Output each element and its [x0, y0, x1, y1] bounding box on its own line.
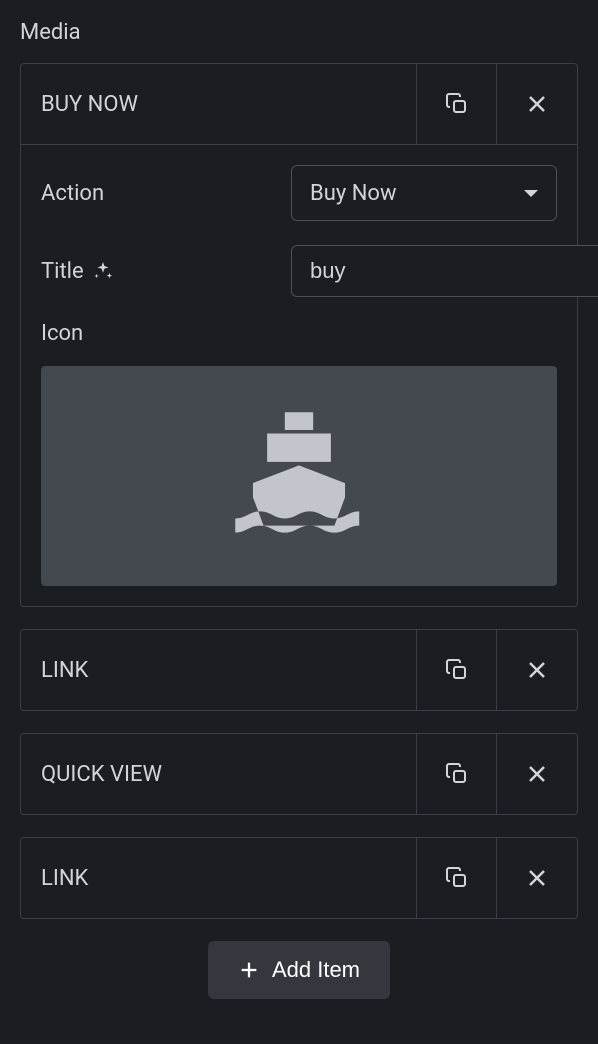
boat-icon — [214, 391, 384, 561]
icon-label: Icon — [41, 321, 557, 346]
section-title: Media — [20, 20, 578, 45]
close-icon — [525, 762, 549, 786]
sparkle-icon — [92, 260, 114, 282]
copy-icon — [445, 762, 469, 786]
copy-button[interactable] — [417, 64, 497, 144]
close-icon — [525, 658, 549, 682]
media-item: QUICK VIEW — [20, 733, 578, 815]
copy-button[interactable] — [417, 734, 497, 814]
item-label[interactable]: QUICK VIEW — [21, 734, 417, 814]
copy-button[interactable] — [417, 838, 497, 918]
copy-icon — [445, 92, 469, 116]
remove-button[interactable] — [497, 838, 577, 918]
action-select-value: Buy Now — [310, 181, 396, 206]
title-row: Title — [41, 245, 557, 297]
item-label[interactable]: BUY NOW — [21, 64, 417, 144]
media-item: LINK — [20, 837, 578, 919]
remove-button[interactable] — [497, 64, 577, 144]
plus-icon — [238, 959, 260, 981]
add-item-button[interactable]: Add Item — [208, 941, 390, 999]
item-header: LINK — [21, 630, 577, 710]
close-icon — [525, 866, 549, 890]
copy-icon — [445, 658, 469, 682]
close-icon — [525, 92, 549, 116]
action-row: Action Buy Now — [41, 165, 557, 221]
icon-preview[interactable] — [41, 366, 557, 586]
chevron-down-icon — [524, 190, 538, 197]
remove-button[interactable] — [497, 630, 577, 710]
item-header: LINK — [21, 838, 577, 918]
item-header: QUICK VIEW — [21, 734, 577, 814]
copy-icon — [445, 866, 469, 890]
title-label: Title — [41, 259, 291, 284]
item-body: Action Buy Now Title Icon — [21, 144, 577, 606]
copy-button[interactable] — [417, 630, 497, 710]
item-header: BUY NOW — [21, 64, 577, 144]
item-label[interactable]: LINK — [21, 630, 417, 710]
title-input[interactable] — [291, 245, 598, 297]
media-item: BUY NOW Action Buy Now — [20, 63, 578, 607]
action-label: Action — [41, 181, 291, 206]
media-item: LINK — [20, 629, 578, 711]
remove-button[interactable] — [497, 734, 577, 814]
add-item-label: Add Item — [272, 957, 360, 983]
item-label[interactable]: LINK — [21, 838, 417, 918]
action-select[interactable]: Buy Now — [291, 165, 557, 221]
